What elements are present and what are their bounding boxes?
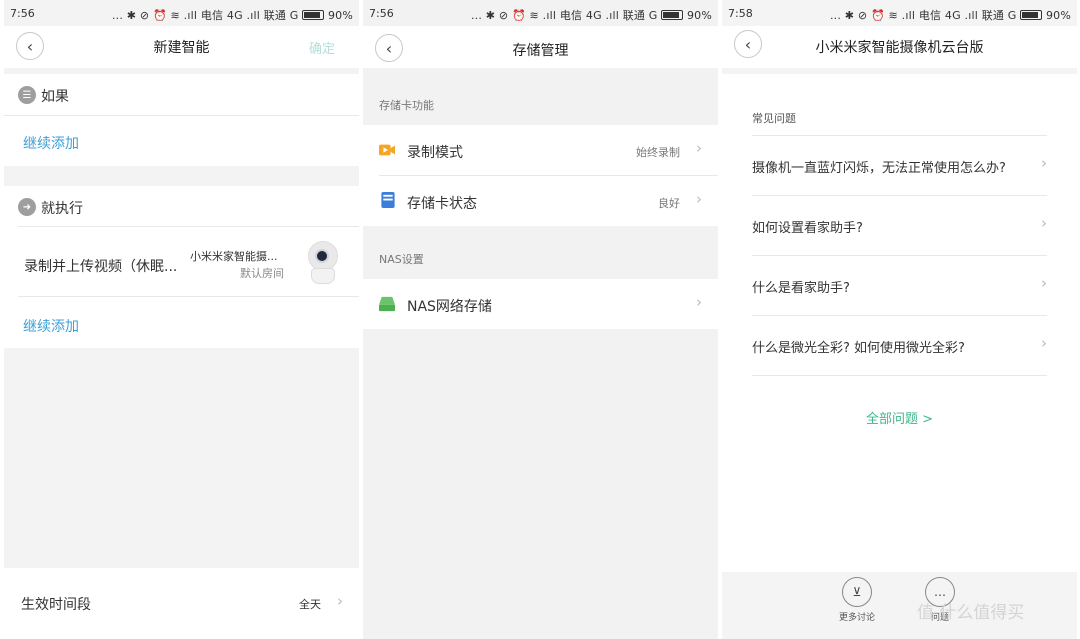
then-section: ➜ 就执行 录制并上传视频（休眠... 小米米家智能摄... 默认房间 继续添加: [4, 186, 359, 348]
header: ‹ 小米米家智能摄像机云台版: [722, 26, 1077, 68]
record-mode-row[interactable]: 录制模式 始终录制 ›: [363, 125, 718, 175]
video-record-icon: [379, 144, 395, 156]
then-label: 就执行: [41, 201, 83, 217]
time-period-value: 全天: [299, 598, 321, 611]
chevron-right-icon: ›: [337, 592, 343, 610]
chevron-right-icon: ›: [1041, 154, 1047, 172]
chevron-right-icon: ›: [1041, 274, 1047, 292]
battery-icon: [1020, 10, 1043, 20]
time-period-row[interactable]: 生效时间段 全天 ›: [4, 568, 359, 639]
status-time: 7:58: [728, 7, 753, 20]
if-section: ☰ 如果 继续添加: [4, 74, 359, 166]
sd-status-label: 存储卡状态: [407, 196, 477, 212]
faq-item[interactable]: 什么是微光全彩? 如何使用微光全彩? ›: [722, 316, 1077, 376]
chevron-right-icon: ›: [696, 190, 702, 208]
record-mode-value: 始终录制: [636, 146, 680, 159]
confirm-button[interactable]: 确定: [309, 38, 335, 57]
nas-label: NAS网络存储: [407, 299, 492, 315]
chevron-right-icon: ›: [1041, 214, 1047, 232]
status-bar: 7:56 ... ✱ ⊘ ⏰ ≋ .ıll 电信 4G .ıll 联通 G 90…: [4, 0, 359, 26]
status-time: 7:56: [10, 7, 35, 20]
sd-status-value: 良好: [658, 197, 680, 210]
storage-panel: 7:56 ... ✱ ⊘ ⏰ ≋ .ıll 电信 4G .ıll 联通 G 90…: [363, 0, 718, 639]
nas-row[interactable]: NAS网络存储 ›: [363, 279, 718, 329]
sd-card-icon: [381, 192, 395, 208]
record-mode-label: 录制模式: [407, 145, 463, 161]
section-header: NAS设置: [379, 253, 424, 266]
page-title: 新建智能: [153, 40, 210, 56]
faq-question: 什么是微光全彩? 如何使用微光全彩?: [752, 341, 965, 356]
list-icon: ☰: [18, 86, 36, 104]
arrow-right-icon: ➜: [18, 198, 36, 216]
page-title: 小米米家智能摄像机云台版: [815, 40, 984, 56]
battery-icon: [302, 10, 325, 20]
status-bar: 7:56 ... ✱ ⊘ ⏰ ≋ .ıll 电信 4G .ıll 联通 G 90…: [363, 0, 718, 26]
status-icons: ... ✱ ⊘ ⏰ ≋ .ıll 电信 4G .ıll 联通 G 90%: [829, 9, 1071, 22]
nas-drive-icon: [379, 296, 395, 312]
if-label: 如果: [41, 89, 69, 105]
section-header: 存储卡功能: [379, 99, 434, 112]
status-icons: ... ✱ ⊘ ⏰ ≋ .ıll 电信 4G .ıll 联通 G 90%: [470, 9, 712, 22]
inbox-icon: ⊻: [842, 577, 872, 607]
faq-item[interactable]: 如何设置看家助手? ›: [722, 196, 1077, 256]
divider: [4, 115, 359, 116]
if-add-button[interactable]: 继续添加: [23, 133, 79, 153]
status-time: 7:56: [369, 7, 394, 20]
divider: [18, 296, 359, 297]
more-discussion-label: 更多讨论: [838, 613, 875, 623]
header: ‹ 新建智能 确定: [4, 26, 359, 68]
more-discussion-button[interactable]: ⊻ 更多讨论: [835, 577, 879, 623]
sd-card-group: 录制模式 始终录制 › 存储卡状态 良好 ›: [363, 125, 718, 226]
faq-question: 什么是看家助手?: [752, 281, 850, 296]
chevron-right-icon: ›: [1041, 334, 1047, 352]
faq-section: 常见问题 摄像机一直蓝灯闪烁，无法正常使用怎么办? › 如何设置看家助手? › …: [722, 74, 1077, 572]
divider: [18, 226, 359, 227]
faq-item[interactable]: 什么是看家助手? ›: [722, 256, 1077, 316]
camera-icon: [306, 241, 338, 284]
page-title: 存储管理: [512, 43, 569, 59]
all-questions-link[interactable]: 全部问题 >: [722, 408, 1077, 427]
chevron-right-icon: ›: [696, 293, 702, 311]
sd-status-row[interactable]: 存储卡状态 良好 ›: [363, 176, 718, 226]
chevron-right-icon: ›: [696, 139, 702, 157]
action-text: 录制并上传视频（休眠...: [24, 259, 178, 275]
battery-icon: [661, 10, 684, 20]
faq-question: 摄像机一直蓝灯闪烁，无法正常使用怎么办?: [752, 161, 1006, 176]
status-icons: ... ✱ ⊘ ⏰ ≋ .ıll 电信 4G .ıll 联通 G 90%: [111, 9, 353, 22]
faq-question: 如何设置看家助手?: [752, 221, 863, 236]
then-add-button[interactable]: 继续添加: [23, 316, 79, 336]
watermark: 值 什么值得买: [917, 603, 1025, 623]
status-bar: 7:58 ... ✱ ⊘ ⏰ ≋ .ıll 电信 4G .ıll 联通 G 90…: [722, 0, 1077, 26]
faq-item[interactable]: 摄像机一直蓝灯闪烁，无法正常使用怎么办? ›: [722, 136, 1077, 196]
camera-faq-panel: 7:58 ... ✱ ⊘ ⏰ ≋ .ıll 电信 4G .ıll 联通 G 90…: [722, 0, 1077, 639]
time-period-label: 生效时间段: [21, 597, 91, 613]
header: ‹ 存储管理: [363, 26, 718, 68]
smart-scene-panel: 7:56 ... ✱ ⊘ ⏰ ≋ .ıll 电信 4G .ıll 联通 G 90…: [4, 0, 359, 639]
device-name: 小米米家智能摄...: [190, 250, 278, 263]
device-room: 默认房间: [240, 267, 284, 280]
divider: [752, 375, 1047, 376]
faq-heading: 常见问题: [752, 112, 796, 125]
